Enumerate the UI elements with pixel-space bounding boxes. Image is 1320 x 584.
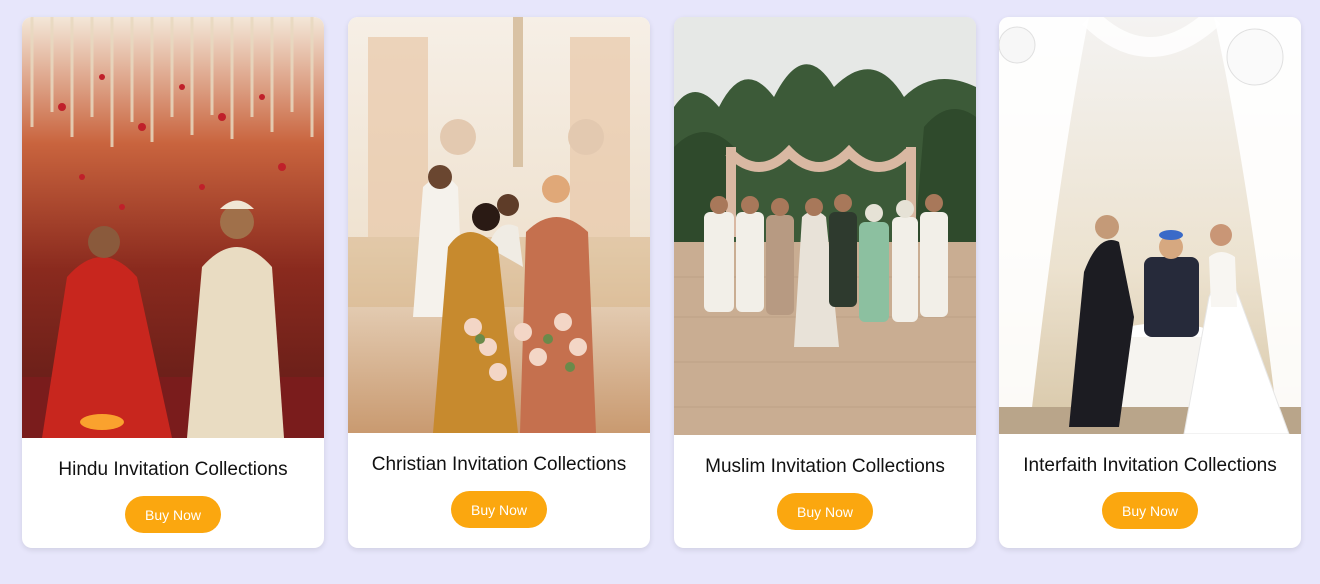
buy-now-button[interactable]: Buy Now	[125, 496, 221, 533]
buy-now-button[interactable]: Buy Now	[777, 493, 873, 530]
card-title: Interfaith Invitation Collections	[1023, 455, 1277, 476]
buy-now-button[interactable]: Buy Now	[1102, 492, 1198, 529]
collection-card-hindu[interactable]: Hindu Invitation Collections Buy Now	[22, 17, 324, 548]
card-title: Christian Invitation Collections	[371, 454, 627, 475]
collection-card-interfaith[interactable]: Interfaith Invitation Collections Buy No…	[999, 17, 1301, 548]
hindu-wedding-photo	[22, 17, 324, 438]
card-title: Hindu Invitation Collections	[58, 459, 288, 480]
collection-card-christian[interactable]: Christian Invitation Collections Buy Now	[348, 17, 650, 548]
card-title: Muslim Invitation Collections	[705, 456, 945, 477]
interfaith-wedding-photo	[999, 17, 1301, 434]
buy-now-button[interactable]: Buy Now	[451, 491, 547, 528]
collection-card-muslim[interactable]: Muslim Invitation Collections Buy Now	[674, 17, 976, 548]
muslim-wedding-photo	[674, 17, 976, 435]
christian-wedding-photo	[348, 17, 650, 433]
